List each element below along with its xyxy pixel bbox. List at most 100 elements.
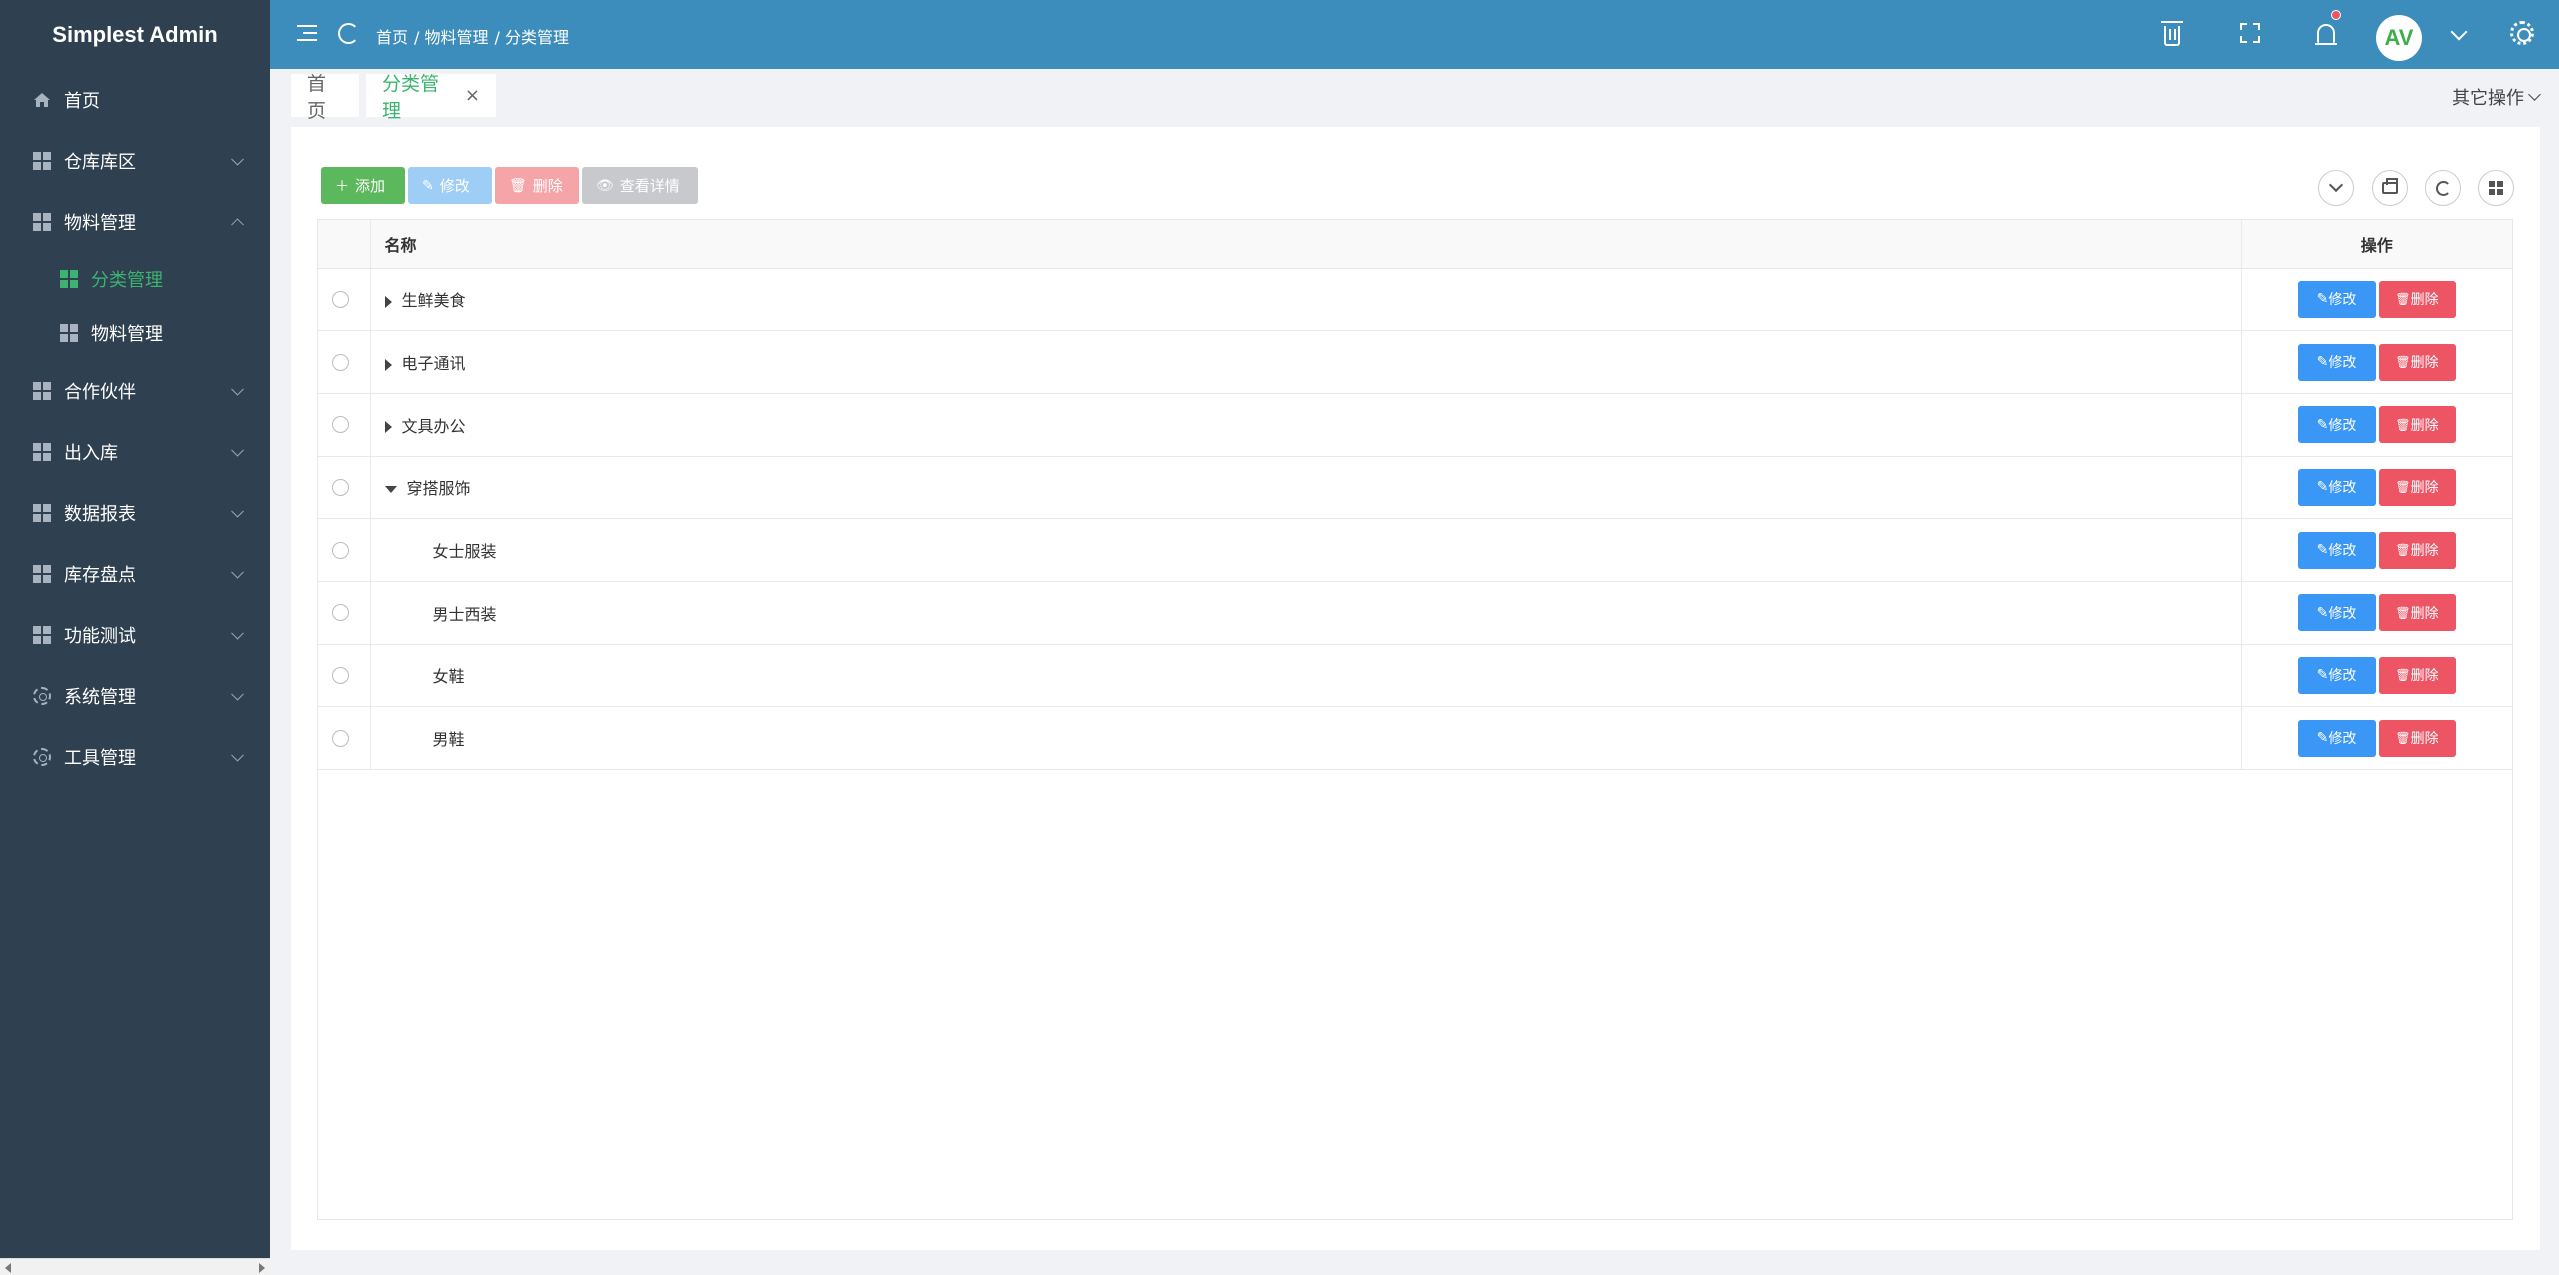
pencil-icon: ✎ bbox=[2316, 604, 2329, 621]
edit-button[interactable]: ✎ 修改 bbox=[408, 167, 492, 204]
row-edit-button[interactable]: ✎ 修改 bbox=[2297, 280, 2376, 318]
avatar[interactable]: AV bbox=[2376, 15, 2422, 61]
plus-icon: ＋ bbox=[335, 178, 349, 195]
row-edit-button[interactable]: ✎ 修改 bbox=[2297, 406, 2376, 444]
table-row[interactable]: 文具办公 ✎ 修改 🗑 删除 bbox=[318, 393, 2512, 457]
row-edit-label: 修改 bbox=[2328, 480, 2357, 497]
table-row[interactable]: 男士西装 ✎ 修改 🗑 删除 bbox=[318, 581, 2512, 645]
fullscreen-icon[interactable] bbox=[2235, 18, 2265, 48]
row-delete-button[interactable]: 🗑 删除 bbox=[2378, 531, 2456, 569]
table-row[interactable]: 女鞋 ✎ 修改 🗑 删除 bbox=[318, 644, 2512, 708]
chevron-down-icon[interactable] bbox=[2450, 23, 2468, 41]
row-edit-button[interactable]: ✎ 修改 bbox=[2297, 656, 2376, 694]
tab-home[interactable]: 首页 bbox=[291, 73, 359, 122]
grid-icon bbox=[33, 503, 51, 522]
trash-icon: 🗑 bbox=[2395, 668, 2411, 683]
row-edit-label: 修改 bbox=[2328, 292, 2357, 309]
breadcrumb-material[interactable]: / 物料管理 bbox=[414, 24, 488, 48]
row-radio[interactable] bbox=[332, 604, 349, 622]
delete-button[interactable]: 🗑 删除 bbox=[495, 167, 579, 204]
sidebar-item-home[interactable]: 首页 bbox=[0, 69, 270, 130]
caret-right-icon[interactable] bbox=[384, 421, 392, 434]
caret-down-icon[interactable] bbox=[384, 486, 397, 494]
close-icon[interactable]: × bbox=[465, 85, 480, 106]
table-row[interactable]: 生鲜美食 ✎ 修改 🗑 删除 bbox=[318, 268, 2512, 332]
sidebar-item-system[interactable]: 系统管理 bbox=[0, 665, 270, 726]
sidebar-item-label: 库存盘点 bbox=[64, 564, 136, 586]
sidebar-item-inventory[interactable]: 库存盘点 bbox=[0, 543, 270, 604]
trash-icon: 🗑 bbox=[2395, 417, 2411, 432]
sidebar-item-material[interactable]: 物料管理 bbox=[0, 191, 270, 252]
sidebar-subitem-material[interactable]: 物料管理 bbox=[0, 306, 270, 360]
row-edit-button[interactable]: ✎ 修改 bbox=[2297, 468, 2376, 506]
row-radio[interactable] bbox=[332, 541, 349, 559]
row-radio[interactable] bbox=[332, 666, 349, 684]
trash-icon: 🗑 bbox=[2395, 355, 2411, 370]
refresh-icon[interactable] bbox=[338, 23, 359, 44]
row-delete-button[interactable]: 🗑 删除 bbox=[2378, 594, 2456, 632]
row-edit-button[interactable]: ✎ 修改 bbox=[2297, 594, 2376, 632]
trash-icon[interactable] bbox=[2157, 18, 2187, 48]
scroll-left-icon[interactable] bbox=[5, 1263, 11, 1273]
sidebar-item-reports[interactable]: 数据报表 bbox=[0, 482, 270, 543]
row-radio[interactable] bbox=[332, 416, 349, 434]
table-row[interactable]: 女士服装 ✎ 修改 🗑 删除 bbox=[318, 518, 2513, 582]
sidebar-item-testing[interactable]: 功能测试 bbox=[0, 604, 270, 665]
tab-label: 分类管理 bbox=[382, 72, 440, 122]
edit-button-label: 修改 bbox=[439, 177, 470, 195]
sidebar-item-label: 工具管理 bbox=[64, 747, 136, 769]
home-icon bbox=[33, 91, 51, 109]
table-row[interactable]: 电子通讯 ✎ 修改 🗑 删除 bbox=[318, 330, 2512, 394]
other-ops-dropdown[interactable]: 其它操作 bbox=[2452, 84, 2541, 110]
name-cell: 电子通讯 bbox=[370, 330, 2242, 394]
sidebar-item-label: 系统管理 bbox=[64, 686, 136, 708]
sidebar-item-tools[interactable]: 工具管理 bbox=[0, 726, 270, 787]
row-edit-button[interactable]: ✎ 修改 bbox=[2297, 531, 2376, 569]
sidebar-item-partners[interactable]: 合作伙伴 bbox=[0, 360, 270, 421]
row-delete-button[interactable]: 🗑 删除 bbox=[2378, 406, 2456, 444]
ops-cell: ✎ 修改 🗑 删除 bbox=[2241, 581, 2512, 645]
row-delete-button[interactable]: 🗑 删除 bbox=[2378, 468, 2456, 506]
breadcrumb-home[interactable]: 首页 bbox=[376, 24, 408, 48]
add-button[interactable]: ＋ 添加 bbox=[321, 167, 405, 204]
caret-right-icon[interactable] bbox=[384, 295, 392, 308]
tab-category[interactable]: 分类管理 × bbox=[366, 73, 496, 122]
row-radio[interactable] bbox=[332, 353, 349, 371]
grid-icon bbox=[60, 270, 78, 288]
bell-icon[interactable] bbox=[2311, 10, 2341, 48]
row-select-cell bbox=[318, 644, 371, 708]
sidebar-item-inout[interactable]: 出入库 bbox=[0, 421, 270, 482]
row-delete-button[interactable]: 🗑 删除 bbox=[2378, 719, 2456, 757]
row-radio[interactable] bbox=[332, 290, 349, 308]
row-actions: ✎ 修改 🗑 删除 bbox=[2297, 531, 2513, 569]
row-delete-button[interactable]: 🗑 删除 bbox=[2378, 656, 2456, 694]
sidebar-item-warehouse[interactable]: 仓库库区 bbox=[0, 130, 270, 191]
column-header-name[interactable]: 名称 bbox=[370, 220, 2242, 269]
menu-toggle-icon[interactable] bbox=[297, 25, 317, 43]
row-select-cell bbox=[318, 706, 371, 770]
collapse-toggle-button[interactable] bbox=[2318, 170, 2354, 206]
table-row[interactable]: 穿搭服饰 ✎ 修改 🗑 删除 bbox=[318, 456, 2512, 520]
row-edit-button[interactable]: ✎ 修改 bbox=[2297, 343, 2376, 381]
row-radio[interactable] bbox=[332, 729, 349, 747]
horizontal-scrollbar[interactable] bbox=[0, 1258, 270, 1275]
row-delete-button[interactable]: 🗑 删除 bbox=[2378, 343, 2456, 381]
sidebar-item-label: 数据报表 bbox=[64, 503, 136, 525]
caret-right-icon[interactable] bbox=[384, 358, 392, 371]
sidebar-item-label: 物料管理 bbox=[91, 324, 163, 345]
sidebar-subitem-category[interactable]: 分类管理 bbox=[0, 252, 270, 306]
gear-icon[interactable] bbox=[2507, 18, 2537, 48]
refresh-table-button[interactable] bbox=[2425, 170, 2461, 206]
tab-label: 首页 bbox=[307, 72, 327, 122]
row-delete-button[interactable]: 🗑 删除 bbox=[2378, 280, 2456, 318]
scroll-right-icon[interactable] bbox=[259, 1263, 265, 1273]
print-button[interactable] bbox=[2372, 170, 2408, 206]
row-select-cell bbox=[318, 581, 371, 645]
add-button-label: 添加 bbox=[355, 177, 386, 195]
row-delete-label: 删除 bbox=[2410, 417, 2439, 434]
row-edit-button[interactable]: ✎ 修改 bbox=[2297, 719, 2376, 757]
row-radio[interactable] bbox=[332, 478, 349, 496]
table-row[interactable]: 男鞋 ✎ 修改 🗑 删除 bbox=[318, 706, 2512, 770]
view-details-button[interactable]: 👁 查看详情 bbox=[582, 167, 698, 204]
columns-button[interactable] bbox=[2478, 170, 2514, 206]
